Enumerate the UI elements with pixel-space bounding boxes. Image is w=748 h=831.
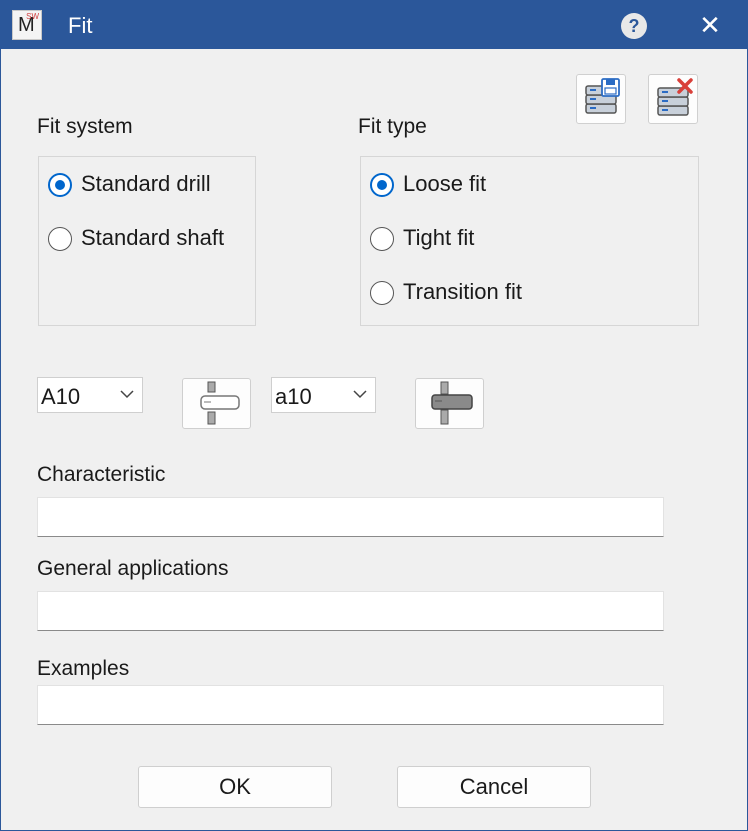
app-icon-mark: SW <box>26 12 39 21</box>
title-bar: M SW Fit ? ✕ <box>1 1 747 49</box>
radio-button-checked[interactable] <box>370 173 394 197</box>
window-title: Fit <box>68 13 93 38</box>
shaft-tolerance-value: a10 <box>275 384 312 409</box>
examples-label: Examples <box>37 657 130 680</box>
radio-label: Loose fit <box>403 171 487 196</box>
general-applications-field[interactable] <box>37 591 664 631</box>
hole-fit-icon <box>200 381 240 425</box>
general-applications-label: General applications <box>37 557 229 580</box>
radio-label: Transition fit <box>403 279 523 304</box>
radio-button[interactable] <box>48 227 72 251</box>
database-delete-icon <box>657 78 693 116</box>
examples-field[interactable] <box>37 685 664 725</box>
shaft-fit-icon <box>431 381 473 425</box>
app-icon: M SW <box>12 10 42 40</box>
hole-tolerance-value: A10 <box>41 384 81 409</box>
ok-button[interactable]: OK <box>138 766 332 808</box>
fit-type-group: Loose fit Tight fit Transition fit <box>360 156 699 326</box>
close-icon[interactable]: ✕ <box>695 9 725 41</box>
fit-type-heading: Fit type <box>358 115 427 138</box>
characteristic-field[interactable] <box>37 497 664 537</box>
hole-diagram-button[interactable] <box>182 378 251 429</box>
radio-label: Tight fit <box>403 225 475 250</box>
radio-button[interactable] <box>370 281 394 305</box>
cancel-button[interactable]: Cancel <box>397 766 591 808</box>
fit-dialog: M SW Fit ? ✕ Fit system Standard drill S… <box>0 0 748 831</box>
hole-tolerance-select[interactable]: A10 <box>37 377 143 413</box>
chevron-down-icon <box>353 390 367 399</box>
save-to-database-button[interactable] <box>576 74 626 124</box>
chevron-down-icon <box>120 390 134 399</box>
characteristic-label: Characteristic <box>37 463 166 486</box>
help-icon[interactable]: ? <box>621 13 647 39</box>
radio-label: Standard drill <box>81 171 211 196</box>
fit-system-group: Standard drill Standard shaft <box>38 156 256 326</box>
delete-from-database-button[interactable] <box>648 74 698 124</box>
radio-button-checked[interactable] <box>48 173 72 197</box>
radio-label: Standard shaft <box>81 225 225 250</box>
database-save-icon <box>585 78 620 114</box>
shaft-diagram-button[interactable] <box>415 378 484 429</box>
radio-button[interactable] <box>370 227 394 251</box>
shaft-tolerance-select[interactable]: a10 <box>271 377 376 413</box>
fit-system-heading: Fit system <box>37 115 133 138</box>
